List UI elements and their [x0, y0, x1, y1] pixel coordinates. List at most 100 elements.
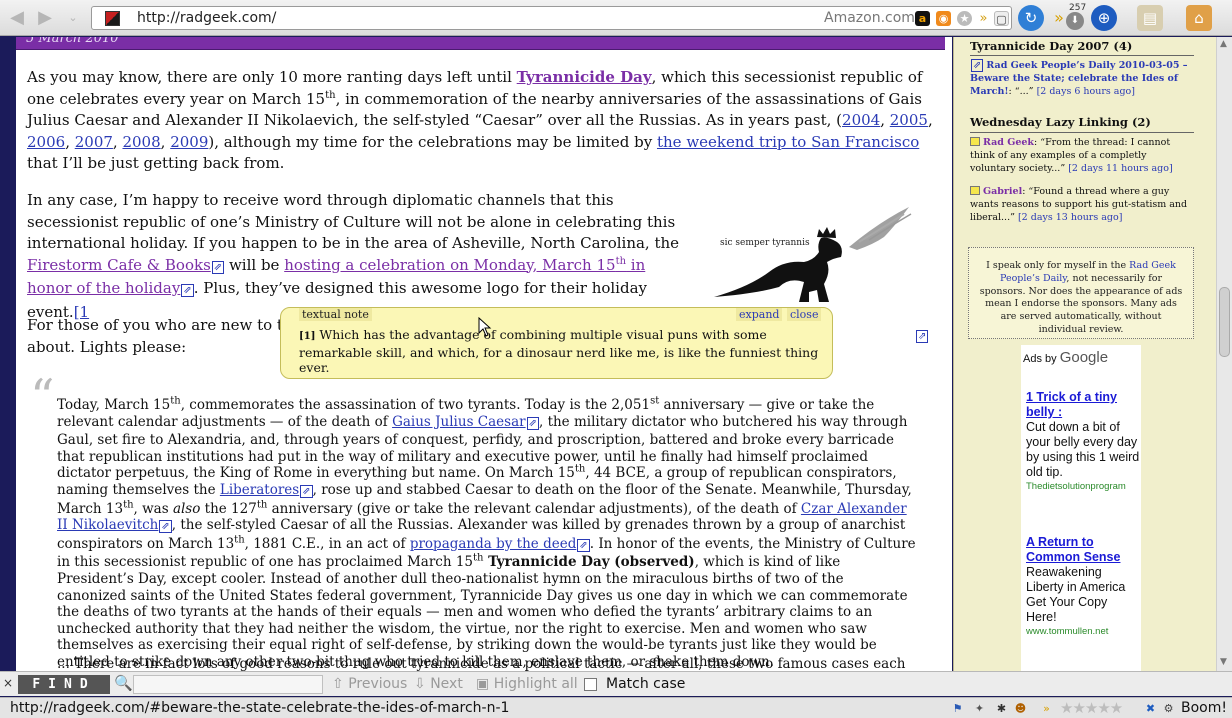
- chevron-icon[interactable]: »: [1039, 701, 1054, 716]
- year-2006-link[interactable]: 2006: [27, 133, 65, 151]
- ad-panel: Ads by Google 1 Trick of a tiny belly : …: [1021, 345, 1141, 671]
- sidebar-divider: [970, 132, 1194, 133]
- bookmark-star-icon[interactable]: ★: [957, 11, 972, 26]
- firestorm-paragraph: In any case, I’m happy to receive word t…: [27, 191, 680, 321]
- comment-icon: [970, 186, 980, 195]
- sidebar-item-radgeek-comment: Rad Geek: “From the thread: I cannot thi…: [970, 137, 1173, 174]
- year-2008-link[interactable]: 2008: [122, 133, 160, 151]
- comment-time-link[interactable]: [2 days 11 hours ago]: [1068, 163, 1172, 174]
- archive-icon[interactable]: ▤: [1137, 5, 1163, 31]
- highlight-all-button[interactable]: ▣ Highlight all: [476, 676, 578, 692]
- sidebar-heading-lazy-linking: Wednesday Lazy Linking (2): [970, 115, 1151, 129]
- external-link-icon: ⇗: [159, 520, 172, 534]
- match-case-label[interactable]: Match case: [606, 676, 685, 692]
- url-bar[interactable]: http://radgeek.com/ Amazon.com a ◉ ★ » ▢: [91, 6, 1012, 30]
- globe-icon[interactable]: ⊕: [1091, 5, 1117, 31]
- sidebar-divider: [970, 55, 1194, 56]
- sidebar: Tyrannicide Day 2007 (4) ⇗ Rad Geek Peop…: [953, 37, 1216, 671]
- go-arrows-icon[interactable]: »: [976, 11, 991, 26]
- caesar-link[interactable]: Gaius Julius Caesar: [392, 414, 526, 430]
- intro-paragraph: As you may know, there are only 10 more …: [27, 68, 933, 172]
- status-url: http://radgeek.com/#beware-the-state-cel…: [10, 700, 510, 716]
- liberatores-link[interactable]: Liberatores: [220, 482, 299, 498]
- rating-stars-icon[interactable]: ★★★★★: [1060, 699, 1123, 717]
- ad-title[interactable]: A Return to Common Sense: [1026, 535, 1141, 565]
- x-plugin-icon[interactable]: ✖: [1143, 701, 1158, 716]
- status-bar: http://radgeek.com/#beware-the-state-cel…: [0, 697, 1232, 718]
- firestorm-cafe-link[interactable]: Firestorm Cafe & Books: [27, 256, 211, 274]
- year-2009-link[interactable]: 2009: [170, 133, 208, 151]
- ads-header[interactable]: Ads by Google: [1023, 349, 1108, 366]
- rss-feed-icon[interactable]: ◉: [936, 11, 951, 26]
- comment-icon: [970, 137, 980, 146]
- settings-icon[interactable]: ⚙: [1161, 701, 1176, 716]
- find-previous-button[interactable]: ⇧ Previous: [332, 676, 407, 692]
- search-engine-label[interactable]: Amazon.com: [824, 10, 915, 26]
- home-icon[interactable]: ⌂: [1186, 5, 1212, 31]
- puzzle-icon[interactable]: ✦: [972, 701, 987, 716]
- amazon-icon[interactable]: a: [915, 11, 930, 26]
- ad-description: Cut down a bit of your belly every day b…: [1026, 420, 1140, 479]
- note-close-link[interactable]: close: [787, 308, 822, 321]
- match-case-checkbox[interactable]: [584, 678, 597, 691]
- external-link-icon: ⇗: [971, 59, 984, 72]
- tyrannicide-logo: [709, 202, 919, 312]
- ad-2[interactable]: A Return to Common Sense Reawakening Lib…: [1026, 535, 1141, 637]
- reload-icon[interactable]: ↻: [1018, 5, 1044, 31]
- scroll-up-icon[interactable]: ▲: [1220, 39, 1227, 49]
- comment-author-link[interactable]: Rad Geek: [983, 137, 1034, 148]
- blockquote: Today, March 15th, commemorates the assa…: [57, 395, 916, 670]
- sidebar-heading-tyrannicide: Tyrannicide Day 2007 (4): [970, 39, 1133, 53]
- find-next-button[interactable]: ⇩ Next: [414, 676, 463, 692]
- comment-author-link[interactable]: Gabriel: [983, 186, 1022, 197]
- status-boom: Boom!: [1181, 700, 1227, 716]
- post-date-bar: 5 March 2010: [16, 37, 945, 50]
- sidebar-time-link[interactable]: [2 days 6 hours ago]: [1037, 86, 1135, 97]
- find-close-button[interactable]: ×: [3, 676, 13, 690]
- note-body: [1] Which has the advantage of combining…: [299, 327, 819, 376]
- downloads-icon[interactable]: ⬇: [1066, 12, 1084, 30]
- scroll-down-icon[interactable]: ▼: [1220, 657, 1227, 667]
- external-link-icon: ⇗: [526, 416, 539, 430]
- scroll-thumb[interactable]: [1219, 287, 1230, 357]
- page-info-icon[interactable]: ▢: [994, 11, 1009, 26]
- find-input[interactable]: [133, 675, 323, 694]
- note-expand-link[interactable]: expand: [736, 308, 783, 321]
- ad-url[interactable]: Thedietsolutionprogram: [1026, 481, 1141, 492]
- continuation-paragraph: ... There are in fact lots of good reaso…: [57, 656, 906, 671]
- bug-icon[interactable]: ✱: [994, 701, 1009, 716]
- external-link-icon: ⇗: [211, 260, 225, 274]
- external-link-icon: ⇗: [577, 538, 590, 552]
- external-link-icon: ⇗: [916, 330, 929, 343]
- weekend-trip-link[interactable]: the weekend trip to San Francisco: [657, 133, 919, 151]
- ad-title[interactable]: 1 Trick of a tiny belly :: [1026, 390, 1141, 420]
- monkey-icon[interactable]: ☻: [1013, 701, 1028, 716]
- year-2004-link[interactable]: 2004: [842, 111, 880, 129]
- page-content: 5 March 2010 As you may know, there are …: [16, 37, 952, 671]
- find-bar: × FIND 🔍 ⇧ Previous ⇩ Next ▣ Highlight a…: [0, 671, 1232, 696]
- sidebar-item-gabriel-comment: Gabriel: “Found a thread where a guy wan…: [970, 186, 1188, 223]
- mouse-cursor-icon: [478, 317, 492, 337]
- addon-icon[interactable]: ⚑: [950, 701, 965, 716]
- external-link-icon: ⇗: [181, 284, 194, 297]
- history-dropdown-icon[interactable]: ⌄: [62, 7, 84, 29]
- external-link-icon: ⇗: [300, 484, 313, 498]
- propaganda-link[interactable]: propaganda by the deed: [410, 536, 577, 552]
- note-label: textual note: [299, 308, 372, 321]
- year-2005-link[interactable]: 2005: [890, 111, 928, 129]
- tyrannicide-day-link[interactable]: Tyrannicide Day: [517, 68, 652, 86]
- forward-icon[interactable]: ▶: [34, 7, 56, 29]
- comment-time-link[interactable]: [2 days 13 hours ago]: [1018, 212, 1122, 223]
- footnote-tooltip: textual note expand close [1] Which has …: [280, 307, 833, 379]
- ad-url[interactable]: www.tommullen.net: [1026, 626, 1141, 637]
- ad-1[interactable]: 1 Trick of a tiny belly : Cut down a bit…: [1026, 390, 1141, 492]
- ad-description: Reawakening Liberty in America Get Your …: [1026, 565, 1126, 624]
- google-logo: Google: [1059, 349, 1109, 366]
- url-text[interactable]: http://radgeek.com/: [137, 10, 276, 26]
- find-label: FIND: [18, 675, 110, 694]
- sidebar-item-tyrannicide: ⇗ Rad Geek People’s Daily 2010-03-05 – B…: [970, 59, 1188, 97]
- quote-mark-icon: “: [30, 369, 55, 425]
- vertical-scrollbar[interactable]: ▲ ▼: [1216, 37, 1232, 671]
- back-icon[interactable]: ◀: [6, 7, 28, 29]
- year-2007-link[interactable]: 2007: [75, 133, 113, 151]
